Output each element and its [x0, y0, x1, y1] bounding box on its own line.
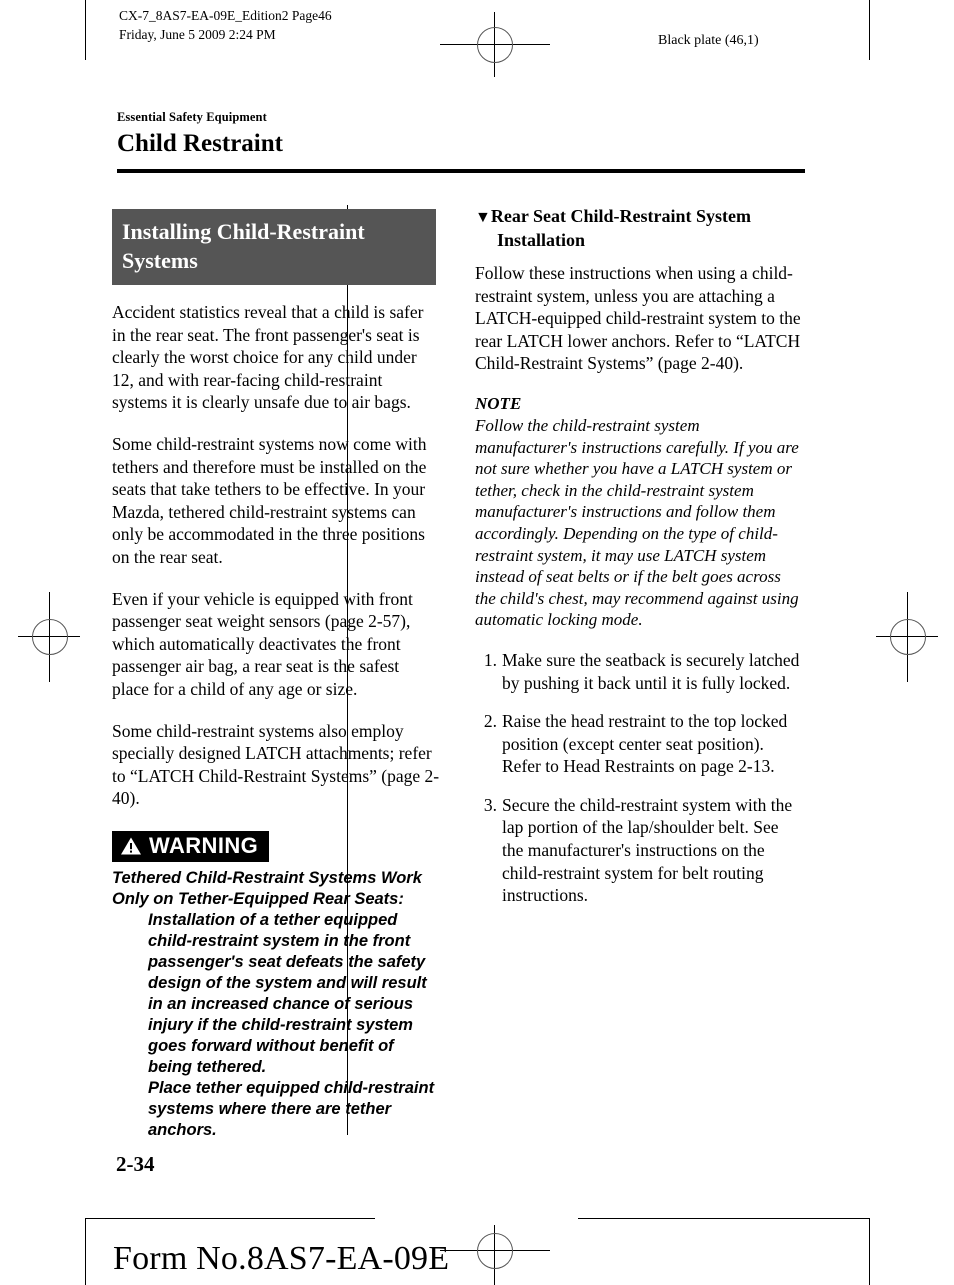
registration-mark-right — [876, 592, 938, 682]
note-label: NOTE — [475, 393, 522, 413]
print-slug-file-info: CX-7_8AS7-EA-09E_Edition2 Page46 Friday,… — [119, 8, 332, 42]
warning-triangle-icon — [120, 836, 142, 856]
paragraph: Some child-restraint systems also employ… — [112, 720, 440, 809]
paragraph: Follow these instructions when using a c… — [475, 263, 801, 374]
note-body: Follow the child-restraint system manufa… — [475, 415, 799, 630]
page-title: Child Restraint — [117, 130, 283, 157]
warning-block: WARNING Tethered Child-Restraint Systems… — [112, 829, 440, 1141]
note-block: NOTE Follow the child-restraint system m… — [475, 394, 803, 631]
section-heading-box: Installing Child-Restraint Systems — [112, 209, 436, 285]
registration-mark-left — [18, 592, 80, 682]
step-text: Make sure the seatback is securely latch… — [502, 649, 800, 693]
step-number: 3. — [483, 794, 497, 815]
left-column: Installing Child-Restraint Systems Accid… — [112, 205, 440, 1141]
form-number: Form No.8AS7-EA-09E — [113, 1240, 450, 1277]
section-eyebrow: Essential Safety Equipment — [117, 110, 267, 124]
list-item: 2. Raise the head restraint to the top l… — [475, 710, 803, 778]
step-text: Raise the head restraint to the top lock… — [502, 711, 788, 777]
page-number: 2-34 — [116, 1152, 155, 1176]
step-number: 2. — [483, 711, 497, 732]
warning-banner: WARNING — [112, 830, 270, 862]
warning-body: Installation of a tether equipped child-… — [148, 910, 435, 1139]
trim-line-bottom-left — [85, 1218, 375, 1219]
trim-line-left-top — [85, 0, 86, 60]
print-slug-plate: Black plate (46,1) — [658, 33, 759, 48]
triangle-bullet-icon: ▼ — [475, 209, 491, 226]
step-text: Secure the child-restraint system with t… — [502, 794, 793, 906]
header-rule — [117, 169, 805, 173]
subsection-heading: ▼Rear Seat Child-Restraint System Instal… — [475, 205, 803, 252]
subsection-heading-label: Rear Seat Child-Restraint System Install… — [490, 206, 751, 250]
trim-line-right-bottom — [869, 1218, 870, 1285]
paragraph: Accident statistics reveal that a child … — [112, 302, 424, 413]
registration-mark-bottom — [440, 1225, 550, 1285]
trim-line-bottom-right — [578, 1218, 870, 1219]
warning-label: WARNING — [149, 832, 259, 858]
trim-line-left-bottom — [85, 1218, 86, 1285]
list-item: 3. Secure the child-restraint system wit… — [475, 794, 803, 907]
trim-line-right-top — [869, 0, 870, 60]
warning-title: Tethered Child-Restraint Systems Work On… — [112, 868, 422, 908]
paragraph: Some child-restraint systems now come wi… — [112, 433, 427, 567]
registration-mark-top — [440, 12, 550, 77]
page-header: Essential Safety Equipment Child Restrai… — [117, 110, 807, 159]
instruction-steps: 1. Make sure the seatback is securely la… — [475, 649, 803, 907]
list-item: 1. Make sure the seatback is securely la… — [475, 649, 803, 694]
paragraph: Even if your vehicle is equipped with fr… — [112, 588, 413, 699]
step-number: 1. — [483, 649, 497, 670]
right-column: ▼Rear Seat Child-Restraint System Instal… — [475, 205, 803, 923]
